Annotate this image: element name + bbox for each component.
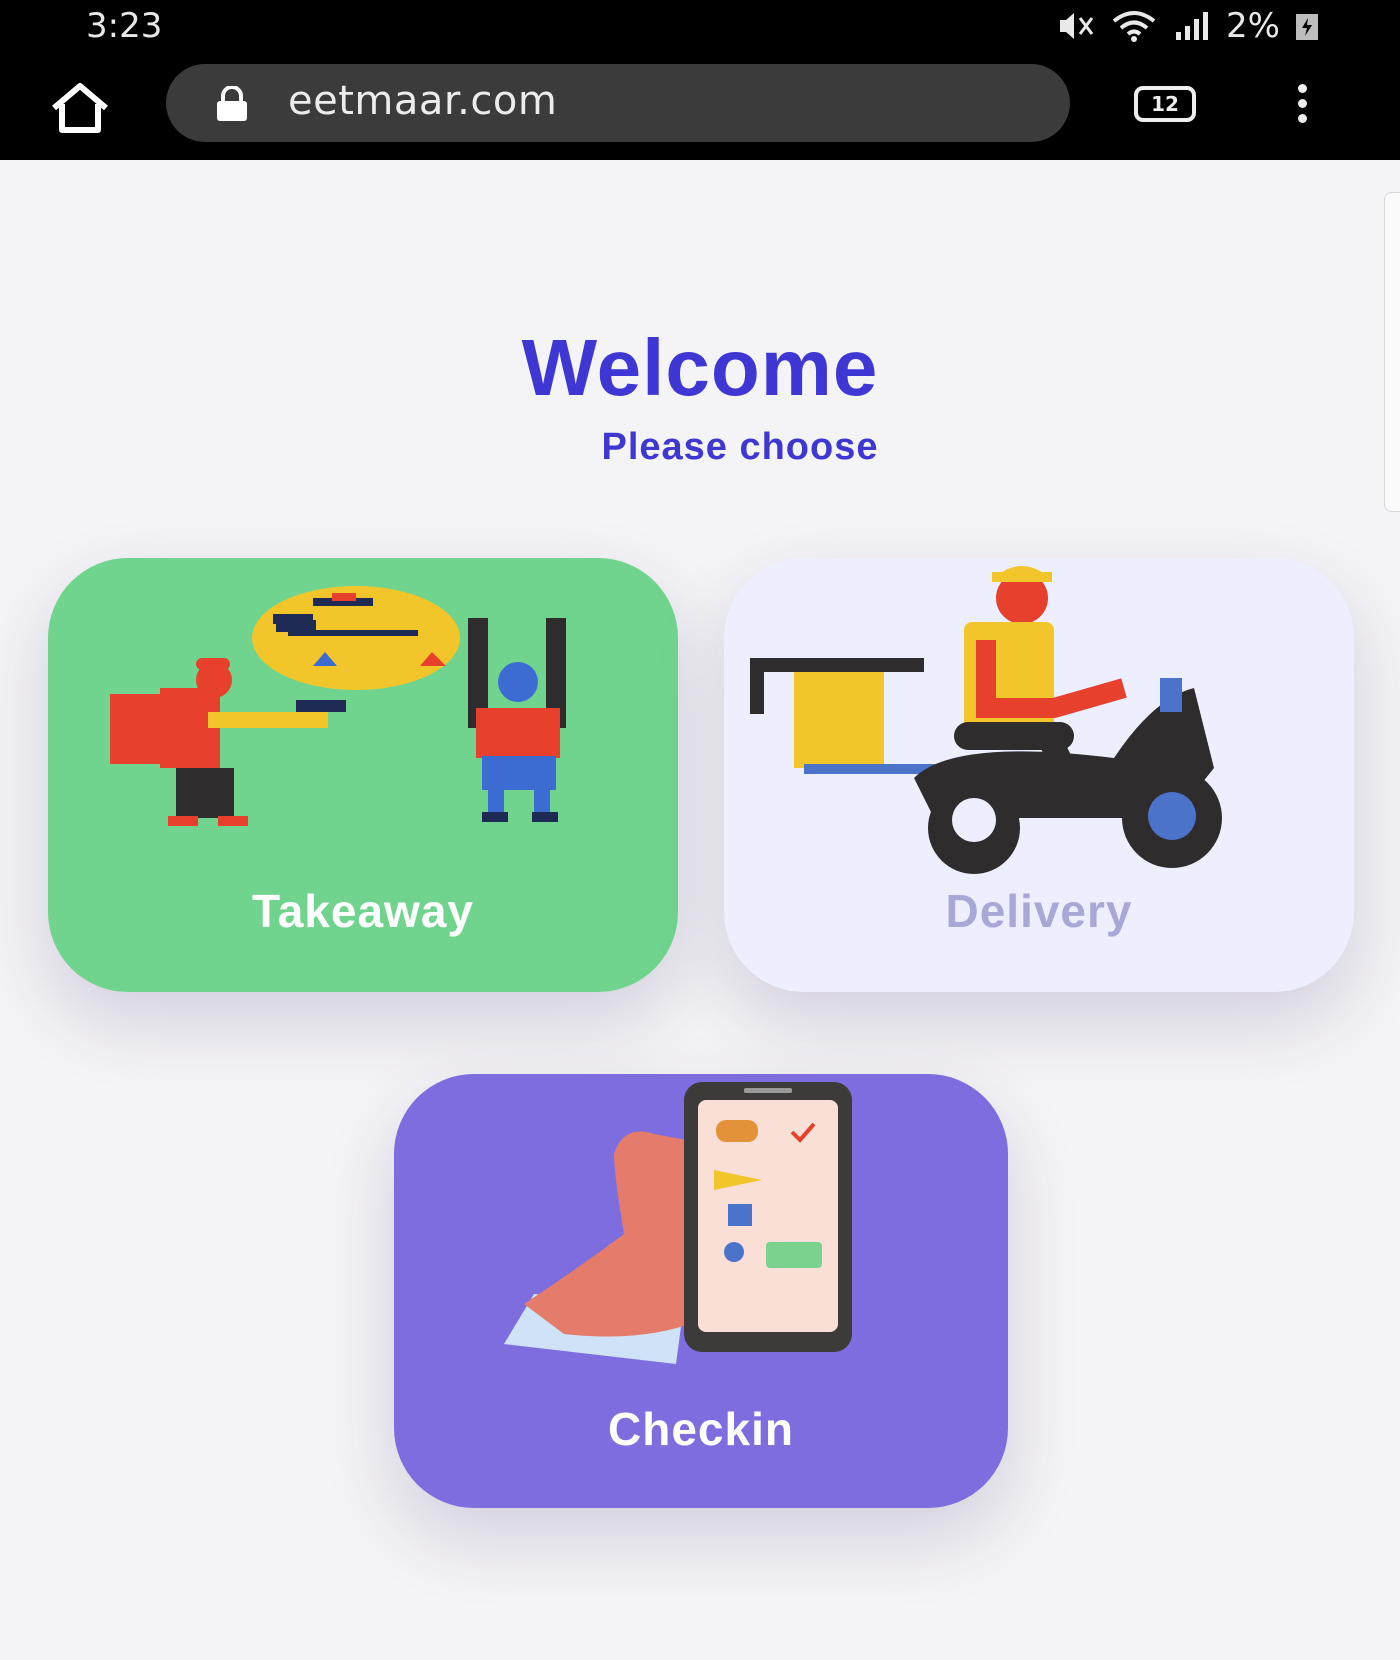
status-icons: 2% bbox=[1056, 6, 1320, 46]
home-icon bbox=[52, 83, 108, 133]
checkin-card[interactable]: Checkin bbox=[394, 1074, 1008, 1508]
delivery-card[interactable]: Delivery bbox=[724, 558, 1354, 992]
browser-toolbar: eetmaar.com 12 bbox=[0, 52, 1400, 160]
battery-text: 2% bbox=[1226, 6, 1280, 46]
signal-icon bbox=[1176, 12, 1209, 40]
menu-icon bbox=[1290, 84, 1314, 123]
delivery-label: Delivery bbox=[945, 885, 1133, 937]
page-subtitle: Please choose bbox=[601, 426, 879, 468]
mute-icon bbox=[1060, 13, 1094, 39]
tab-count: 12 bbox=[1151, 92, 1179, 116]
takeaway-illustration bbox=[110, 586, 566, 826]
lock-icon bbox=[217, 86, 247, 121]
wifi-icon bbox=[1112, 11, 1156, 42]
home-button[interactable] bbox=[48, 80, 112, 136]
url-text: eetmaar.com bbox=[288, 78, 558, 124]
menu-button[interactable] bbox=[1290, 84, 1314, 126]
checkin-illustration bbox=[504, 1082, 852, 1364]
battery-charging-icon bbox=[1296, 14, 1318, 40]
tabs-button[interactable]: 12 bbox=[1134, 86, 1196, 122]
takeaway-label: Takeaway bbox=[252, 885, 474, 937]
address-bar[interactable]: eetmaar.com bbox=[166, 64, 1070, 142]
status-bar: 3:23 2% bbox=[0, 0, 1400, 52]
status-time: 3:23 bbox=[86, 6, 163, 46]
page-title: Welcome bbox=[521, 323, 879, 412]
takeaway-card[interactable]: Takeaway bbox=[48, 558, 678, 992]
delivery-illustration bbox=[750, 566, 1222, 874]
checkin-label: Checkin bbox=[608, 1403, 794, 1455]
